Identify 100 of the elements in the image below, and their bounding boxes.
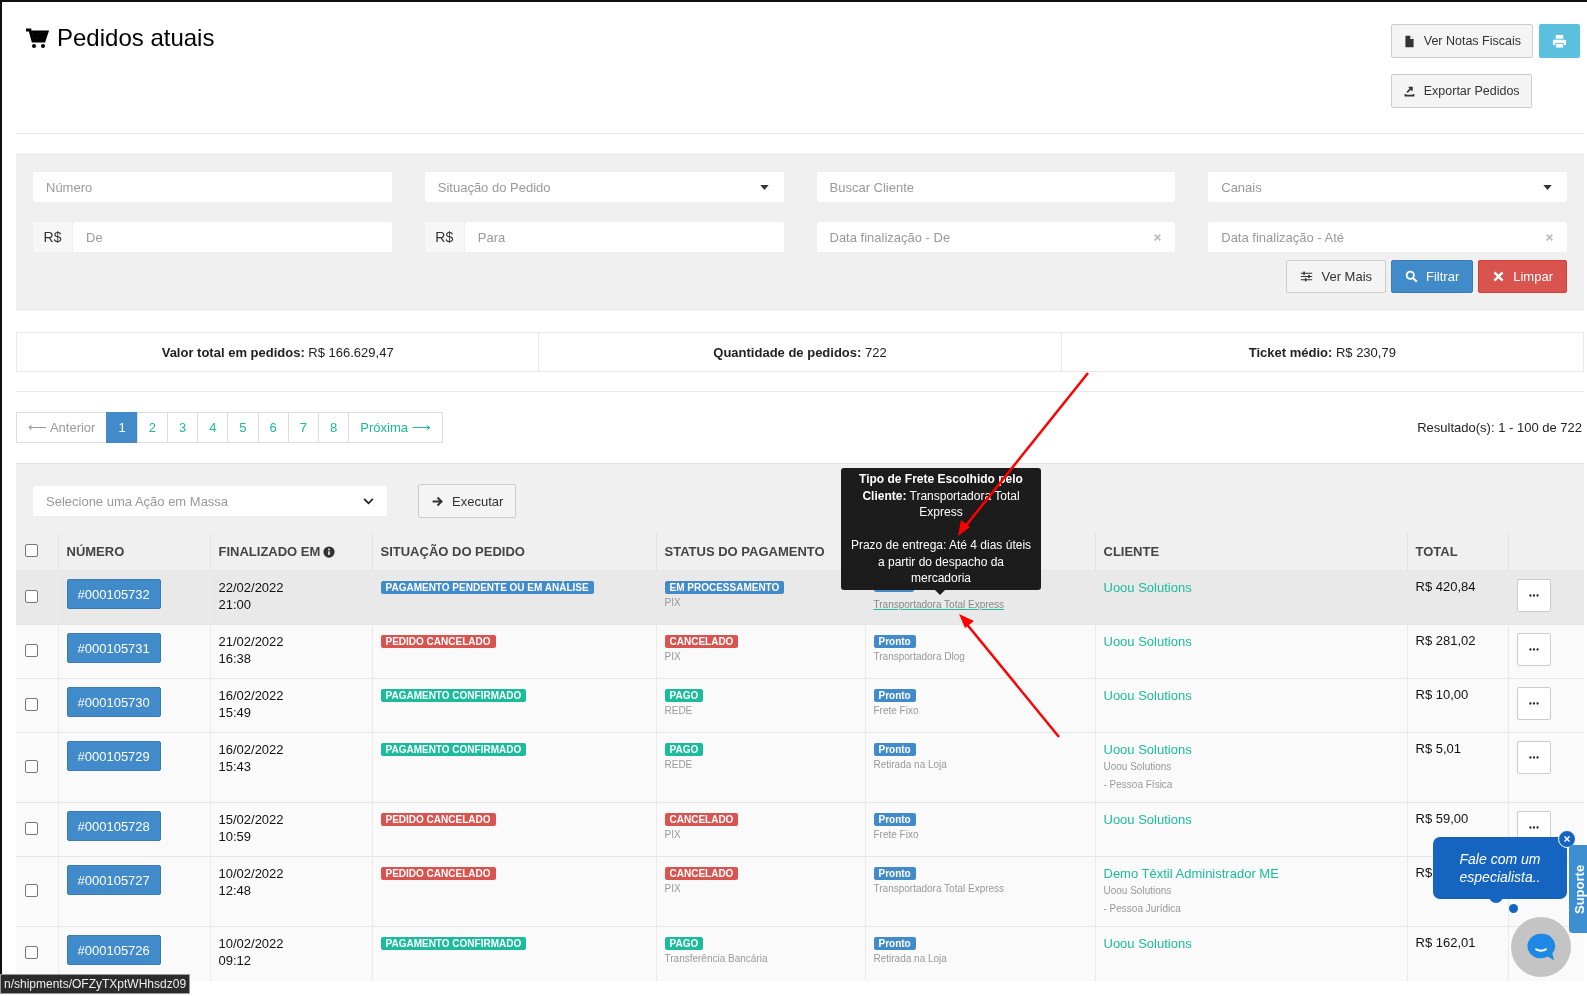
- order-date: 16/02/2022: [218, 741, 285, 758]
- status-badge: PAGO: [664, 743, 704, 756]
- amount-field[interactable]: Para: [463, 221, 785, 253]
- page-link[interactable]: 5: [227, 412, 259, 443]
- page-link[interactable]: 8: [318, 412, 350, 443]
- order-total: R$ 281,02: [1415, 633, 1476, 648]
- shipping-badge: Pronto: [873, 635, 916, 648]
- checkbox[interactable]: [25, 543, 38, 557]
- cart-icon: [25, 26, 49, 50]
- chat-icon: [1526, 932, 1556, 962]
- checkbox[interactable]: [25, 945, 38, 959]
- status-badge: PAGAMENTO CONFIRMADO: [380, 937, 527, 950]
- checkbox[interactable]: [25, 643, 38, 657]
- page-link[interactable]: 3: [166, 412, 199, 443]
- order-number-button[interactable]: #000105727: [66, 865, 161, 895]
- checkbox[interactable]: [25, 883, 38, 897]
- page-link[interactable]: 1: [106, 412, 138, 443]
- payment-method: PIX: [664, 596, 682, 610]
- order-time: 16:38: [218, 650, 253, 667]
- currency-label: R$: [423, 221, 464, 253]
- order-date: 21/02/2022: [218, 633, 285, 650]
- order-number-button[interactable]: #000105728: [66, 811, 161, 841]
- payment-method: PIX: [664, 828, 682, 842]
- execute-button[interactable]: Executar: [418, 484, 517, 518]
- page-link[interactable]: 7: [287, 412, 320, 443]
- order-total: R$ 5,01: [1415, 741, 1462, 756]
- customer-link[interactable]: Uoou Solutions: [1103, 812, 1192, 827]
- chevron-icon: [363, 497, 374, 505]
- shipping-method: Retirada na Loja: [873, 758, 948, 772]
- page-link[interactable]: 2: [136, 412, 168, 443]
- order-date: 10/02/2022: [218, 865, 285, 882]
- results-count: Resultado(s): 1 - 100 de 722: [1417, 420, 1582, 435]
- stat-text: Ticket médio: R$ 230,79: [1248, 344, 1396, 360]
- customer-link[interactable]: Demo Têxtil Administrador ME: [1103, 866, 1279, 881]
- amount-field[interactable]: De: [72, 221, 393, 253]
- shipping-badge: Pronto: [873, 689, 916, 702]
- checkbox[interactable]: [25, 821, 38, 835]
- date-field[interactable]: Data finalização - Até: [1207, 221, 1568, 253]
- page-link[interactable]: 6: [257, 412, 289, 443]
- select-field[interactable]: Situação do Pedido: [423, 171, 785, 203]
- payment-method: REDE: [664, 704, 694, 718]
- export-button[interactable]: Exportar Pedidos: [1390, 74, 1532, 108]
- customer-link[interactable]: Uoou Solutions: [1103, 580, 1192, 595]
- stat-text: Quantidade de pedidos: 722: [713, 344, 887, 360]
- invoices-button[interactable]: Ver Notas Fiscais: [1390, 24, 1533, 58]
- order-date: 22/02/2022: [218, 579, 285, 596]
- ellipsis-icon: [1528, 648, 1539, 651]
- customer-detail: - Pessoa Jurídica: [1103, 902, 1182, 916]
- status-badge: PAGAMENTO CONFIRMADO: [380, 743, 527, 756]
- select-field[interactable]: Canais: [1207, 171, 1568, 203]
- more-button[interactable]: Ver Mais: [1286, 260, 1387, 293]
- status-badge: PEDIDO CANCELADO: [380, 813, 496, 826]
- arrow-right-icon: [431, 494, 444, 508]
- export-icon: [1402, 84, 1416, 98]
- print-icon: [1552, 33, 1567, 49]
- status-badge: PAGAMENTO CONFIRMADO: [380, 689, 527, 702]
- date-field[interactable]: Data finalização - De: [815, 221, 1177, 253]
- next-link[interactable]: Próxima ⟶: [348, 412, 443, 443]
- customer-link[interactable]: Uoou Solutions: [1103, 634, 1192, 649]
- payment-method: PIX: [664, 882, 682, 896]
- close-icon: [1563, 835, 1571, 843]
- order-number-button[interactable]: #000105729: [66, 741, 161, 771]
- text-field[interactable]: Número: [32, 171, 393, 203]
- shipping-link[interactable]: Transportadora Total Express: [873, 596, 1005, 613]
- order-number-button[interactable]: #000105732: [66, 579, 161, 609]
- shipping-method: Frete Fixo: [873, 704, 920, 718]
- shipping-badge: Pronto: [873, 937, 916, 950]
- shipping-method: Transportadora Total Express: [873, 882, 1006, 896]
- mass-action-select[interactable]: Selecione uma Ação em Massa: [32, 485, 388, 517]
- text-field[interactable]: Buscar Cliente: [815, 171, 1177, 203]
- chat-toast[interactable]: Fale com um especialista..: [1433, 837, 1567, 899]
- clear-button[interactable]: Limpar: [1478, 260, 1567, 293]
- stat-text: Valor total em pedidos: R$ 166.629,47: [161, 344, 394, 360]
- customer-link[interactable]: Uoou Solutions: [1103, 742, 1192, 757]
- shipping-method: Retirada na Loja: [873, 952, 948, 966]
- customer-link[interactable]: Uoou Solutions: [1103, 936, 1192, 951]
- status-badge: PEDIDO CANCELADO: [380, 867, 496, 880]
- status-badge: PEDIDO CANCELADO: [380, 635, 496, 648]
- shipping-method: Transportadora Dlog: [873, 650, 966, 664]
- filter-button[interactable]: Filtrar: [1391, 260, 1474, 293]
- customer-link[interactable]: Uoou Solutions: [1103, 688, 1192, 703]
- customer-detail: Uoou Solutions: [1103, 760, 1173, 774]
- order-total: R$ 420,84: [1415, 579, 1476, 594]
- page-link[interactable]: 4: [197, 412, 229, 443]
- order-date: 10/02/2022: [218, 935, 285, 952]
- order-time: 21:00: [218, 596, 253, 613]
- ellipsis-icon: [1528, 702, 1539, 705]
- order-number-button[interactable]: #000105726: [66, 935, 161, 965]
- order-number-button[interactable]: #000105731: [66, 633, 161, 663]
- status-badge: CANCELADO: [664, 635, 739, 648]
- checkbox[interactable]: [25, 697, 38, 711]
- status-badge: EM PROCESSAMENTO: [664, 581, 785, 594]
- checkbox[interactable]: [25, 759, 38, 773]
- order-time: 12:48: [218, 882, 253, 899]
- support-tab[interactable]: Suporte: [1569, 845, 1587, 933]
- order-number-button[interactable]: #000105730: [66, 687, 161, 717]
- checkbox[interactable]: [25, 589, 38, 603]
- order-total: R$: [1415, 865, 1433, 880]
- ellipsis-icon: [1528, 594, 1539, 597]
- close-icon: [1492, 270, 1506, 283]
